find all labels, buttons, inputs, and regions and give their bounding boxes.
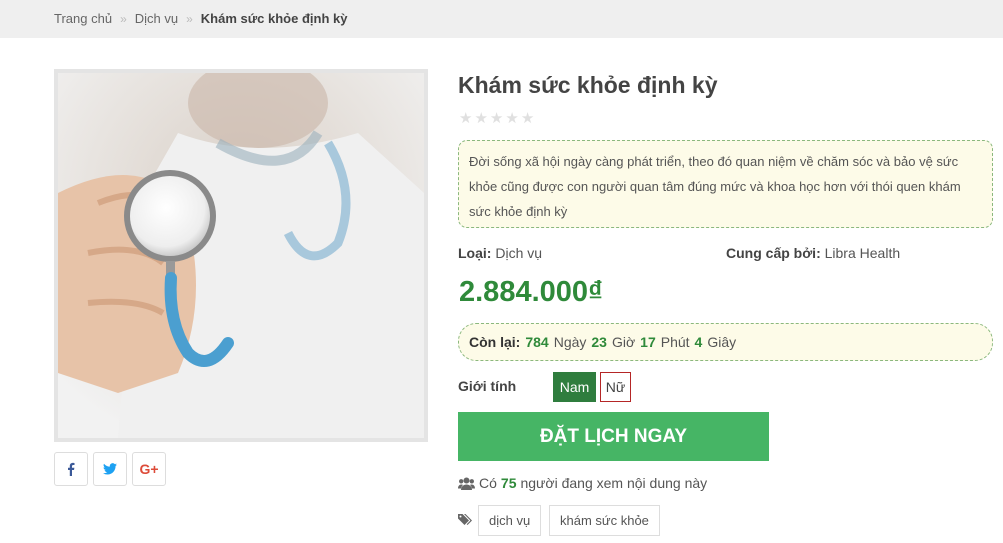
share-buttons: G+ (54, 452, 166, 486)
product-image[interactable] (54, 69, 428, 442)
countdown-seconds: 4 (694, 334, 703, 350)
breadcrumb: Trang chủ » Dịch vụ » Khám sức khỏe định… (54, 11, 347, 26)
viewers-info: Có 75 người đang xem nội dung này (458, 475, 707, 491)
countdown-hours-unit: Giờ (611, 334, 636, 350)
breadcrumb-bar: Trang chủ » Dịch vụ » Khám sức khỏe định… (0, 0, 1003, 38)
gender-option-male[interactable]: Nam (553, 372, 596, 402)
viewers-prefix: Có (479, 475, 497, 491)
doctor-stethoscope-image (58, 73, 424, 438)
product-provider-label: Cung cấp bởi: (726, 245, 821, 261)
viewers-suffix: người đang xem nội dung này (520, 475, 708, 491)
countdown-seconds-unit: Giây (707, 334, 737, 350)
twitter-icon (103, 463, 117, 475)
gender-option-female[interactable]: Nữ (600, 372, 631, 402)
countdown-days: 784 (525, 334, 549, 350)
users-icon (458, 477, 475, 490)
twitter-share-button[interactable] (93, 452, 127, 486)
product-title: Khám sức khỏe định kỳ (458, 72, 718, 98)
countdown-timer: Còn lại: 784 Ngày 23 Giờ 17 Phút 4 Giây (458, 323, 993, 361)
star-icon: ★ (459, 110, 473, 127)
facebook-icon (68, 462, 75, 476)
breadcrumb-category-link[interactable]: Dịch vụ (135, 11, 178, 26)
countdown-minutes-unit: Phút (660, 334, 690, 350)
product-provider: Cung cấp bởi: Libra Health (726, 245, 900, 261)
breadcrumb-current: Khám sức khỏe định kỳ (200, 11, 348, 26)
viewers-count: 75 (500, 475, 517, 491)
star-icon: ★ (520, 110, 535, 127)
rating-stars[interactable]: ★ ★ ★ ★ ★ (459, 111, 534, 126)
chevron-right-icon: » (120, 11, 127, 26)
google-plus-icon: G+ (139, 461, 159, 477)
countdown-minutes: 17 (640, 334, 656, 350)
product-summary: Đời sống xã hội ngày càng phát triển, th… (458, 140, 993, 228)
countdown-label: Còn lại: (469, 334, 521, 350)
tags-icon (458, 514, 472, 525)
tag-link[interactable]: khám sức khỏe (549, 505, 660, 536)
google-plus-share-button[interactable]: G+ (132, 452, 166, 486)
gender-label: Giới tính (458, 378, 517, 394)
tag-link[interactable]: dịch vụ (478, 505, 542, 536)
product-type-label: Loại: (458, 245, 492, 261)
product-type: Loại: Dịch vụ (458, 245, 542, 261)
product-provider-value: Libra Health (824, 245, 901, 261)
book-now-button[interactable]: ĐẶT LỊCH NGAY (458, 412, 769, 461)
product-price: 2.884.000₫ (459, 276, 603, 308)
product-type-link[interactable]: Dịch vụ (495, 245, 542, 261)
star-icon: ★ (489, 110, 504, 127)
breadcrumb-home-link[interactable]: Trang chủ (54, 11, 112, 26)
star-icon: ★ (505, 110, 519, 127)
chevron-right-icon: » (186, 11, 193, 26)
star-icon: ★ (474, 110, 488, 127)
countdown-days-unit: Ngày (553, 334, 587, 350)
facebook-share-button[interactable] (54, 452, 88, 486)
countdown-hours: 23 (591, 334, 607, 350)
